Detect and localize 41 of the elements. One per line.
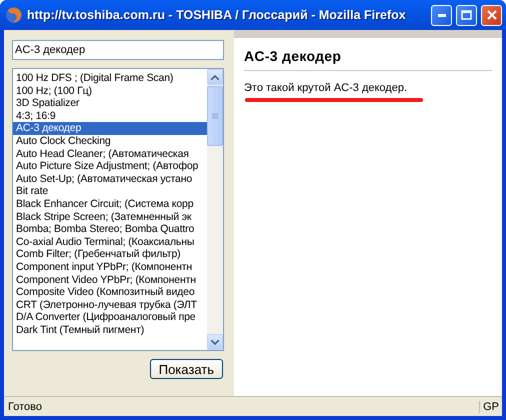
scrollbar-thumb[interactable]	[207, 86, 223, 146]
list-item[interactable]: Component Video YPbPr; (Компонентн	[13, 274, 207, 286]
list-item[interactable]: 100 Hz; (100 Гц)	[13, 84, 207, 98]
scroll-down-button[interactable]	[207, 334, 223, 350]
list-item[interactable]: AC-3 декодер	[13, 122, 207, 135]
list-item[interactable]: Dark Tint (Темный пигмент)	[13, 324, 207, 336]
maximize-button[interactable]	[456, 4, 477, 26]
article-text: Это такой крутой AC-3 декодер.	[244, 82, 407, 94]
maximize-icon	[461, 10, 472, 20]
list-item[interactable]: Auto Picture Size Adjustment; (Автофор	[13, 160, 207, 173]
list-item[interactable]: Component input YPbPr; (Компонентн	[13, 260, 207, 274]
list-item[interactable]: Comb Filter; (Гребенчатый фильтр)	[13, 248, 207, 261]
article-heading: AC-3 декодер	[244, 48, 492, 71]
show-button[interactable]: Показать	[150, 359, 223, 379]
caret-down-icon	[211, 340, 219, 344]
scroll-up-button[interactable]	[207, 69, 223, 85]
list-item[interactable]: Co-axial Audio Terminal; (Коаксиальны	[13, 236, 207, 248]
list-item[interactable]: 3D Spatializer	[13, 97, 207, 110]
list-item[interactable]: Composite Video (Композитный видео	[13, 286, 207, 299]
window-title: http://tv.toshiba.com.ru - TOSHIBA / Глоссарий - Mozilla Firefox	[27, 8, 407, 22]
list-item[interactable]: CRT (Элетронно-лучевая трубка (ЭЛТ	[13, 298, 207, 312]
list-item[interactable]: Black Stripe Screen; (Затемненный эк	[13, 210, 207, 224]
list-item[interactable]: Auto Head Cleaner; (Автоматическая	[13, 148, 207, 160]
list-item[interactable]: Auto Clock Checking	[13, 134, 207, 148]
list-item[interactable]: 4:3; 16:9	[13, 110, 207, 122]
search-field[interactable]: AC-3 декодер	[12, 40, 224, 60]
list-item[interactable]: 100 Hz DFS ; (Digital Frame Scan)	[13, 72, 207, 85]
list-item[interactable]: Auto Set-Up; (Автоматическая устано	[13, 172, 207, 186]
list-item[interactable]: Bit rate	[13, 185, 207, 198]
list-item[interactable]: D/A Converter (Цифроаналоговый пре	[13, 311, 207, 324]
list-item[interactable]: Bomba; Bomba Stereo; Bomba Quattro	[13, 223, 207, 236]
caret-up-icon	[211, 74, 219, 80]
minimize-button[interactable]	[431, 4, 452, 26]
status-text: Готово	[7, 400, 43, 412]
grip-icon	[212, 113, 218, 119]
list-item[interactable]: Black Enhancer Circuit; (Система корр	[13, 198, 207, 211]
browser-logo-icon	[5, 6, 23, 24]
minimize-icon	[438, 14, 446, 16]
close-icon	[486, 10, 496, 20]
status-panel: GP	[479, 400, 502, 412]
close-button[interactable]	[481, 4, 502, 26]
